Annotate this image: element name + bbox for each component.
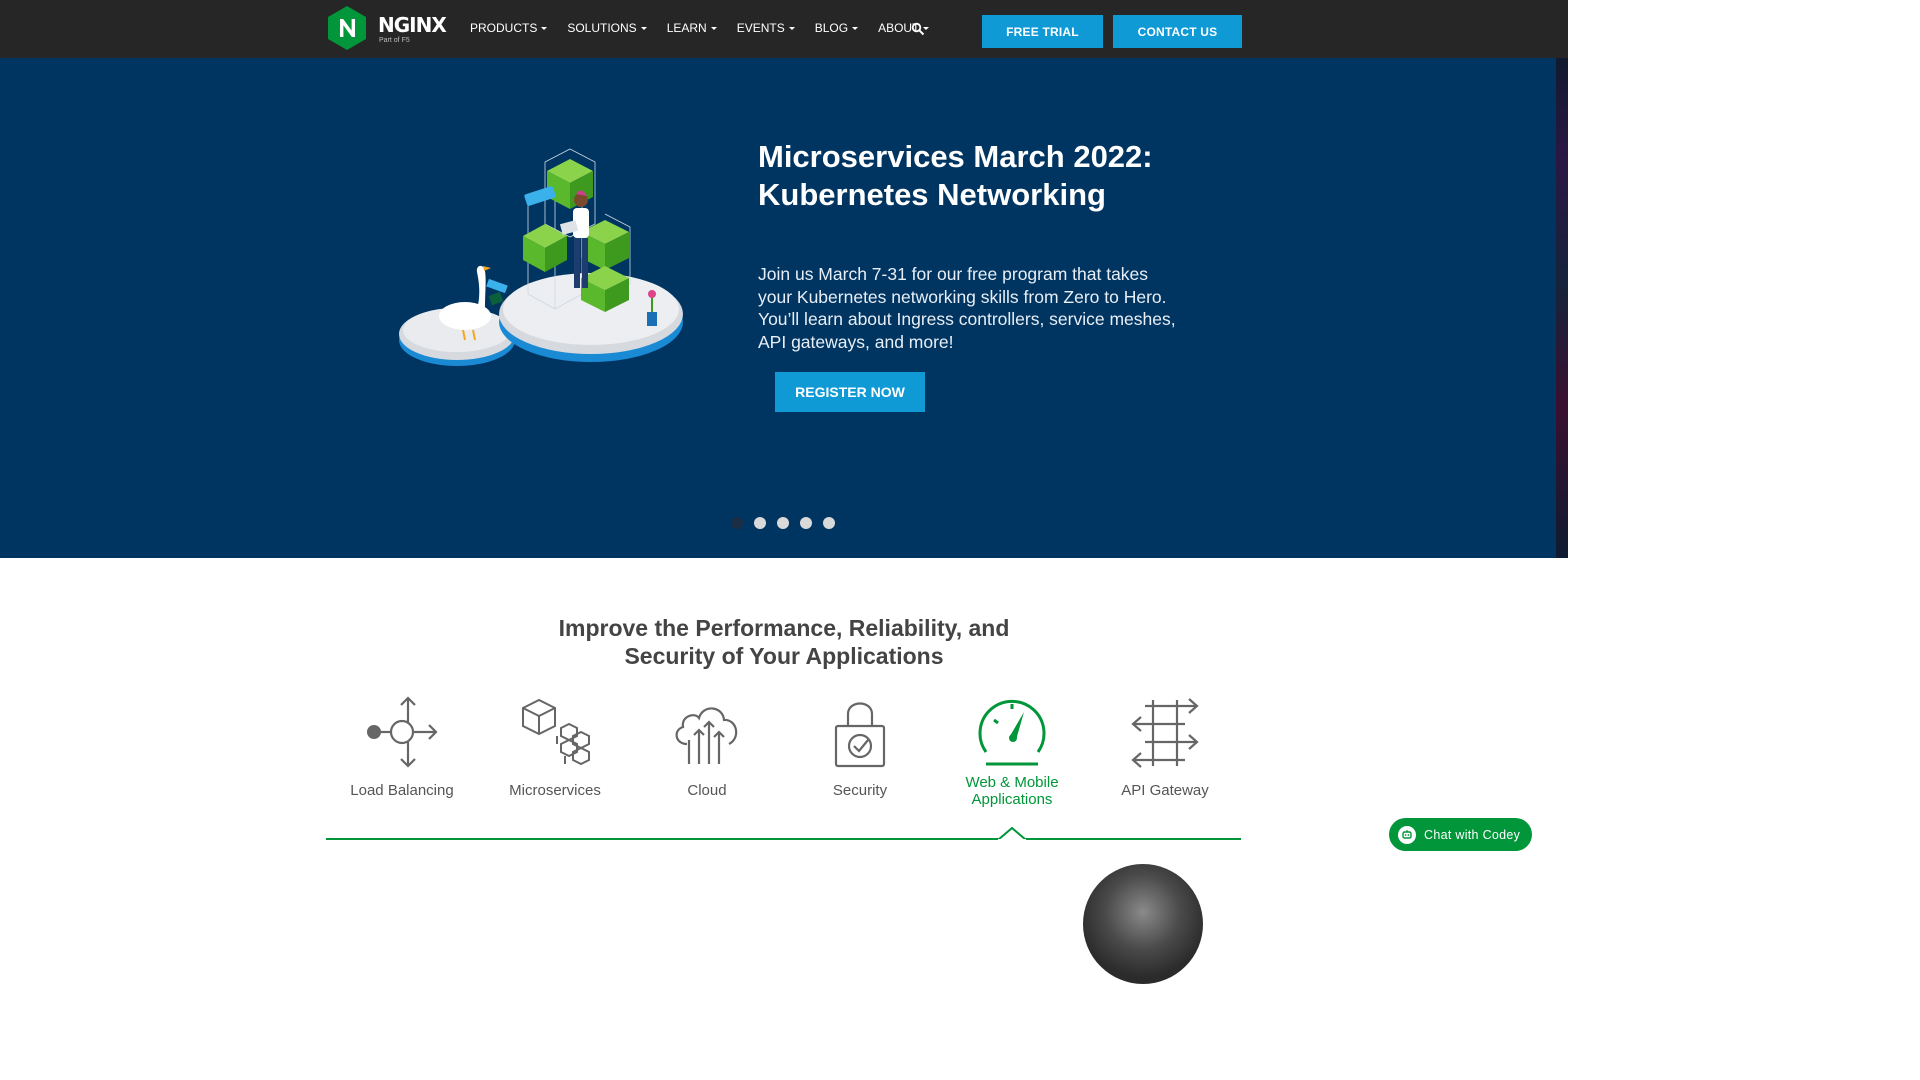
nav-solutions[interactable]: SOLUTIONS: [567, 20, 647, 36]
tab-microservices[interactable]: Microservices: [479, 694, 631, 799]
nav-solutions-label: SOLUTIONS: [567, 21, 637, 35]
api-gateway-icon: [1131, 698, 1199, 768]
nav-products[interactable]: PRODUCTS: [470, 20, 548, 36]
caret-down-icon: [788, 26, 795, 30]
nav-products-label: PRODUCTS: [470, 21, 538, 35]
active-tab-pointer-icon: [998, 827, 1026, 841]
tab-security-label: Security: [832, 782, 888, 799]
tab-load-balancing-label: Load Balancing: [350, 782, 454, 799]
tab-microservices-label: Microservices: [509, 782, 601, 799]
nav-blog[interactable]: BLOG: [814, 20, 859, 36]
security-lock-icon: [834, 702, 886, 768]
tab-api-gateway-label: API Gateway: [1121, 782, 1209, 799]
hero-banner: Microservices March 2022: Kubernetes Net…: [0, 58, 1568, 558]
nginx-hexagon-icon: [328, 6, 366, 50]
carousel-pagination: [731, 517, 835, 529]
cloud-icon: [675, 707, 738, 764]
section-title: Improve the Performance, Reliability, an…: [558, 615, 1010, 669]
chat-label: Chat with Codey: [1424, 827, 1521, 842]
chat-bot-icon: [1398, 825, 1416, 844]
solution-tabs: Load Balancing Microservices Cloud Secur…: [326, 694, 1241, 814]
kubernetes-illustration-icon: [399, 148, 683, 366]
hero-description: Join us March 7-31 for our free program …: [758, 264, 1176, 352]
search-button[interactable]: [911, 22, 925, 36]
nav-learn-label: LEARN: [666, 21, 707, 35]
tab-cloud-label: Cloud: [687, 782, 727, 799]
tab-web-mobile-applications[interactable]: Web & Mobile Applications: [936, 694, 1088, 808]
nav-events[interactable]: EVENTS: [737, 20, 795, 36]
hero-title: Microservices March 2022: Kubernetes Net…: [758, 139, 1153, 212]
caret-down-icon: [852, 26, 859, 30]
main-nav: PRODUCTS SOLUTIONS LEARN EVENTS BLOG ABO…: [470, 20, 949, 36]
carousel-dot-5[interactable]: [823, 517, 835, 529]
tab-web-mobile-applications-label: Web & Mobile Applications: [965, 774, 1059, 808]
carousel-dot-1[interactable]: [731, 517, 743, 529]
caret-down-icon: [541, 26, 548, 30]
nav-events-label: EVENTS: [736, 21, 785, 35]
tab-underline: [326, 838, 1241, 840]
hero-edge-image: [1556, 58, 1568, 558]
nginx-logo[interactable]: NGINX Part of F5: [326, 5, 447, 51]
carousel-dot-3[interactable]: [777, 517, 789, 529]
microservices-icon: [522, 698, 590, 766]
logo-wordmark: NGINX: [378, 13, 447, 37]
search-icon: [911, 22, 925, 36]
tab-load-balancing[interactable]: Load Balancing: [326, 694, 478, 799]
nav-learn[interactable]: LEARN: [667, 20, 717, 36]
tab-security[interactable]: Security: [784, 694, 936, 799]
speedometer-icon: [978, 699, 1046, 766]
top-navigation-bar: NGINX Part of F5 PRODUCTS SOLUTIONS LEAR…: [0, 0, 1568, 58]
content-image: [1083, 864, 1203, 984]
caret-down-icon: [640, 26, 647, 30]
nav-blog-label: BLOG: [814, 21, 849, 35]
contact-us-button[interactable]: CONTACT US: [1113, 15, 1242, 48]
chat-with-codey-button[interactable]: Chat with Codey: [1389, 818, 1532, 851]
tab-api-gateway[interactable]: API Gateway: [1089, 694, 1241, 799]
register-now-button[interactable]: REGISTER NOW: [775, 372, 925, 412]
caret-down-icon: [710, 26, 717, 30]
carousel-dot-4[interactable]: [800, 517, 812, 529]
logo-tagline: Part of F5: [379, 37, 410, 44]
load-balancing-icon: [367, 696, 438, 768]
free-trial-button[interactable]: FREE TRIAL: [982, 15, 1103, 48]
tab-cloud[interactable]: Cloud: [631, 694, 783, 799]
carousel-dot-2[interactable]: [754, 517, 766, 529]
